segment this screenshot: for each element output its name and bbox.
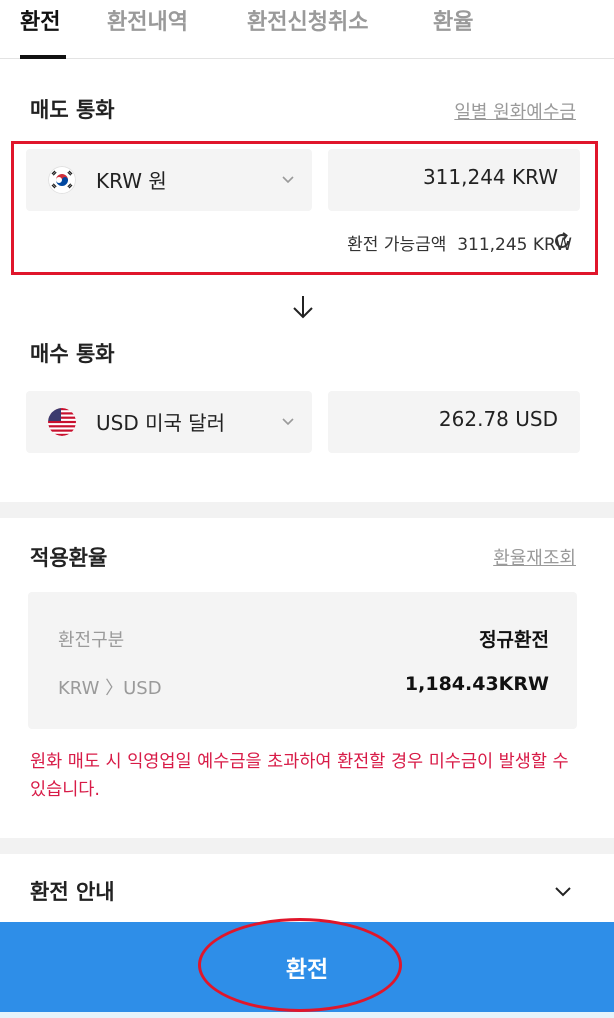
chevron-down-icon[interactable] — [552, 880, 574, 902]
exchange-type-label: 환전구분 — [58, 630, 125, 651]
applied-rate-title: 적용환율 — [30, 546, 108, 570]
exchange-type-value: 정규환전 — [479, 629, 549, 651]
exchange-rate-value: 1,184.43KRW — [404, 673, 549, 695]
sell-amount-field[interactable]: 311,244 KRW — [328, 149, 580, 211]
exchange-button[interactable]: 환전 — [0, 922, 614, 1012]
exchange-button-label: 환전 — [285, 957, 329, 983]
tab-exchange-cancel[interactable]: 환전신청취소 — [247, 4, 368, 36]
tab-exchange-rate[interactable]: 환율 — [433, 4, 473, 36]
arrow-down-icon — [290, 293, 316, 321]
sell-currency-title: 매도 통화 — [30, 98, 115, 122]
rate-refresh-link[interactable]: 환율재조회 — [493, 544, 576, 570]
buy-currency-label: USD 미국 달러 — [96, 411, 226, 435]
usa-flag-icon — [48, 408, 76, 436]
tab-bar: 환전 환전내역 환전신청취소 환율 — [0, 0, 614, 59]
chevron-down-icon — [278, 169, 298, 189]
section-divider — [0, 502, 614, 518]
chevron-down-icon — [278, 411, 298, 431]
daily-krw-deposit-link[interactable]: 일별 원화예수금 — [454, 98, 576, 124]
rate-info-card: 환전구분 정규환전 KRW 〉USD 1,184.43KRW — [28, 592, 577, 729]
refresh-icon[interactable] — [552, 231, 572, 251]
sell-currency-select[interactable]: KRW 원 — [26, 149, 312, 211]
buy-currency-title: 매수 통화 — [30, 342, 115, 366]
active-tab-indicator — [20, 55, 66, 59]
sell-currency-label: KRW 원 — [96, 169, 167, 193]
exchange-guide-title[interactable]: 환전 안내 — [30, 876, 115, 906]
buy-amount-field[interactable]: 262.78 USD — [328, 391, 580, 453]
buy-amount-value: 262.78 USD — [438, 407, 558, 431]
tab-exchange[interactable]: 환전 — [20, 4, 60, 36]
korea-flag-icon — [48, 166, 76, 194]
available-amount: 환전 가능금액 311,245 KRW — [347, 230, 572, 255]
section-divider — [0, 838, 614, 854]
warning-message: 원화 매도 시 익영업일 예수금을 초과하여 환전할 경우 미수금이 발생할 수… — [30, 752, 569, 800]
currency-pair-label: KRW 〉USD — [58, 678, 162, 699]
bottom-strip — [0, 1012, 614, 1018]
available-amount-label: 환전 가능금액 — [347, 235, 447, 255]
buy-currency-select[interactable]: USD 미국 달러 — [26, 391, 312, 453]
tab-exchange-history[interactable]: 환전내역 — [107, 4, 188, 36]
sell-amount-value: 311,244 KRW — [422, 165, 558, 189]
